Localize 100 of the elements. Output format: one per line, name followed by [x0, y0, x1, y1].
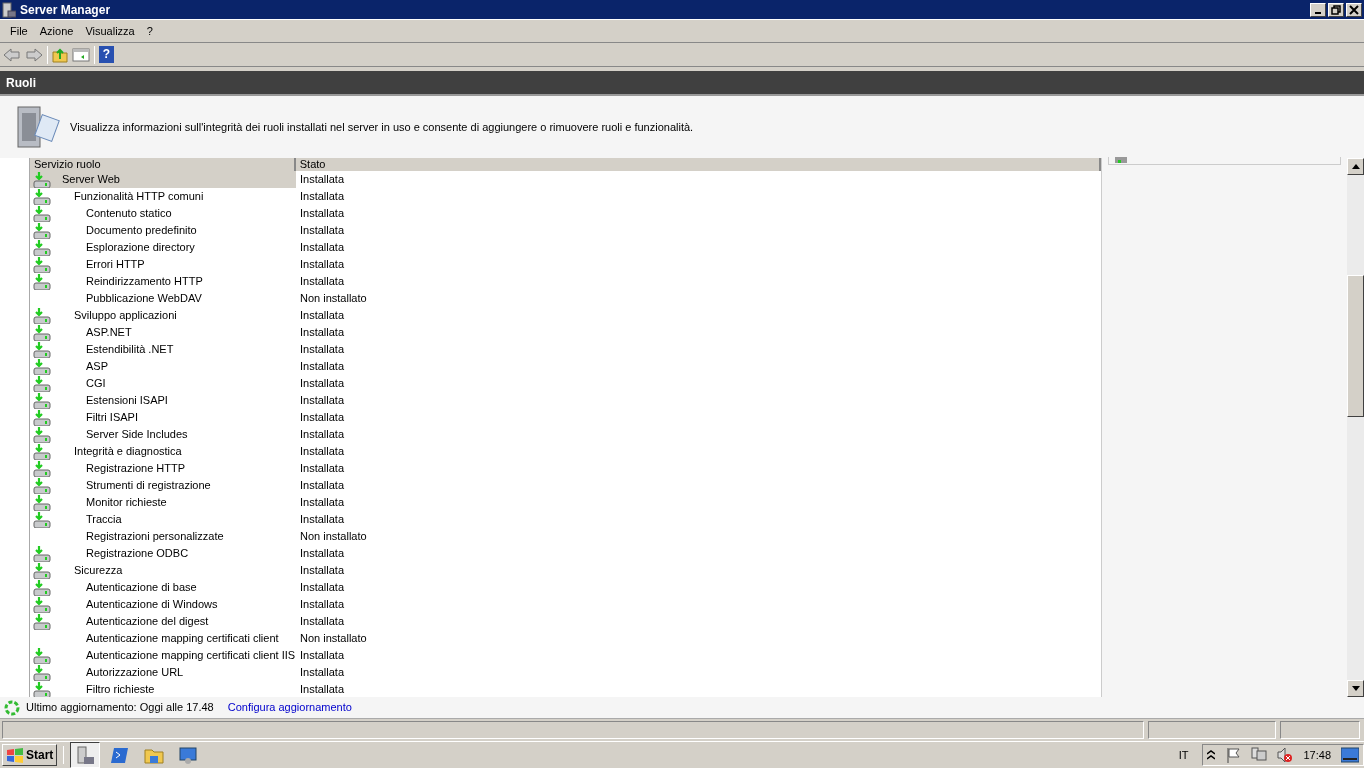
scroll-up-button[interactable] [1347, 158, 1364, 175]
restore-button[interactable] [1328, 2, 1344, 17]
table-row[interactable]: Autorizzazione URL Installata [30, 664, 1101, 681]
table-row[interactable]: Server Web Installata [30, 171, 1101, 188]
server-icon [2, 1, 16, 18]
terminal-icon [110, 745, 131, 765]
table-row[interactable]: Filtro richieste Installata [30, 681, 1101, 697]
language-indicator[interactable]: IT [1178, 746, 1189, 764]
role-service-name: Integrità e diagnostica [74, 444, 182, 460]
scrollbar[interactable] [1347, 158, 1364, 697]
window-title: Server Manager [20, 1, 111, 19]
table-row[interactable]: Autenticazione di base Installata [30, 579, 1101, 596]
menu-item[interactable]: Azione [33, 22, 80, 40]
table-row[interactable]: Server Side Includes Installata [30, 426, 1101, 443]
table-row[interactable]: CGI Installata [30, 375, 1101, 392]
table-row[interactable]: Autenticazione mapping certificati client Non installato [30, 630, 1101, 647]
status-text: Installata [300, 478, 345, 494]
table-row[interactable]: Pubblicazione WebDAV Non installato [30, 290, 1101, 307]
taskbar-button[interactable] [70, 742, 101, 768]
table-row[interactable]: ASP.NET Installata [30, 324, 1101, 341]
table-row[interactable]: Errori HTTP Installata [30, 256, 1101, 273]
scroll-down-button[interactable] [1347, 680, 1364, 697]
table-row[interactable]: Traccia Installata [30, 511, 1101, 528]
role-service-name: Server Web [62, 172, 120, 188]
role-service-name: ASP.NET [86, 325, 132, 341]
server-icon [14, 103, 60, 151]
last-refresh-text: Ultimo aggiornamento: Oggi alle 17.48 [26, 700, 214, 716]
table-row[interactable]: Autenticazione di Windows Installata [30, 596, 1101, 613]
role-service-name: Contenuto statico [86, 206, 172, 222]
status-text: Installata [300, 240, 345, 256]
role-service-name: Esplorazione directory [86, 240, 195, 256]
table-row[interactable]: Monitor richieste Installata [30, 494, 1101, 511]
role-service-name: Autenticazione di Windows [86, 597, 218, 613]
role-service-name: CGI [86, 376, 106, 392]
role-service-name: Autenticazione mapping certificati client [86, 631, 279, 647]
table-row[interactable]: Autenticazione del digest Installata [30, 613, 1101, 630]
role-service-name: Funzionalità HTTP comuni [74, 189, 204, 205]
refresh-icon [4, 699, 20, 716]
status-text: Installata [300, 223, 345, 239]
role-service-name: Filtro richieste [86, 682, 155, 697]
network-icon[interactable] [1251, 747, 1268, 763]
close-button[interactable] [1346, 2, 1362, 17]
status-text: Installata [300, 563, 345, 579]
role-service-name: Reindirizzamento HTTP [86, 274, 203, 290]
speaker-muted-icon[interactable] [1277, 747, 1294, 763]
table-row[interactable]: Strumenti di registrazione Installata [30, 477, 1101, 494]
role-service-name: Estensioni ISAPI [86, 393, 168, 409]
status-text: Non installato [300, 291, 367, 307]
status-text: Installata [300, 665, 345, 681]
table-row[interactable]: Estendibilità .NET Installata [30, 341, 1101, 358]
table-row[interactable]: Documento predefinito Installata [30, 222, 1101, 239]
table-row[interactable]: Registrazione ODBC Installata [30, 545, 1101, 562]
table-row[interactable]: Esplorazione directory Installata [30, 239, 1101, 256]
table-row[interactable]: Sviluppo applicazioni Installata [30, 307, 1101, 324]
table-row[interactable]: ASP Installata [30, 358, 1101, 375]
status-text: Installata [300, 410, 345, 426]
role-service-name: Pubblicazione WebDAV [86, 291, 202, 307]
configure-refresh-link[interactable]: Configura aggiornamento [227, 699, 352, 716]
show-desktop-icon[interactable] [1341, 747, 1359, 763]
start-button[interactable]: Start [2, 744, 58, 766]
table-row[interactable]: Contenuto statico Installata [30, 205, 1101, 222]
menu-item[interactable]: ? [140, 22, 159, 40]
menu-item[interactable]: File [4, 22, 34, 40]
role-service-name: Registrazione ODBC [86, 546, 189, 562]
status-text: Installata [300, 172, 345, 188]
help-button[interactable]: ? [99, 46, 114, 63]
table-row[interactable]: Integrità e diagnostica Installata [30, 443, 1101, 460]
back-arrow-icon [3, 46, 21, 63]
status-text: Installata [300, 393, 345, 409]
status-text: Installata [300, 427, 345, 443]
status-text: Installata [300, 206, 345, 222]
section-description: Visualizza informazioni sull'integrità dei ruoli installati nel server in uso e consente di aggiungere o rimuovere ruoli e funzionalità. [70, 119, 694, 135]
table-row[interactable]: Filtri ISAPI Installata [30, 409, 1101, 426]
section-title: Ruoli [0, 71, 1364, 94]
status-text: Non installato [300, 529, 367, 545]
status-text: Installata [300, 546, 345, 562]
role-service-name: Sviluppo applicazioni [74, 308, 177, 324]
role-service-name: Registrazioni personalizzate [86, 529, 224, 545]
role-service-name: Autenticazione di base [86, 580, 197, 596]
table-row[interactable]: Reindirizzamento HTTP Installata [30, 273, 1101, 290]
chevron-up-icon[interactable] [1207, 750, 1216, 760]
status-text: Installata [300, 614, 345, 630]
restore-icon [1330, 3, 1342, 16]
minimize-button[interactable] [1310, 2, 1326, 17]
down-arrow-icon [1351, 686, 1360, 691]
role-service-name: ASP [86, 359, 108, 375]
status-text: Installata [300, 648, 345, 664]
table-row[interactable]: Autenticazione mapping certificati client IIS Installata [30, 647, 1101, 664]
role-service-name: Estendibilità .NET [86, 342, 174, 358]
menu-item[interactable]: Visualizza [79, 22, 141, 40]
scrollbar-thumb[interactable] [1347, 275, 1364, 417]
role-service-name: Traccia [86, 512, 122, 528]
role-service-name: Monitor richieste [86, 495, 167, 511]
flag-icon[interactable] [1225, 747, 1242, 763]
table-row[interactable]: Sicurezza Installata [30, 562, 1101, 579]
status-text: Installata [300, 257, 345, 273]
table-row[interactable]: Registrazione HTTP Installata [30, 460, 1101, 477]
table-row[interactable]: Funzionalità HTTP comuni Installata [30, 188, 1101, 205]
table-row[interactable]: Registrazioni personalizzate Non installato [30, 528, 1101, 545]
table-row[interactable]: Estensioni ISAPI Installata [30, 392, 1101, 409]
